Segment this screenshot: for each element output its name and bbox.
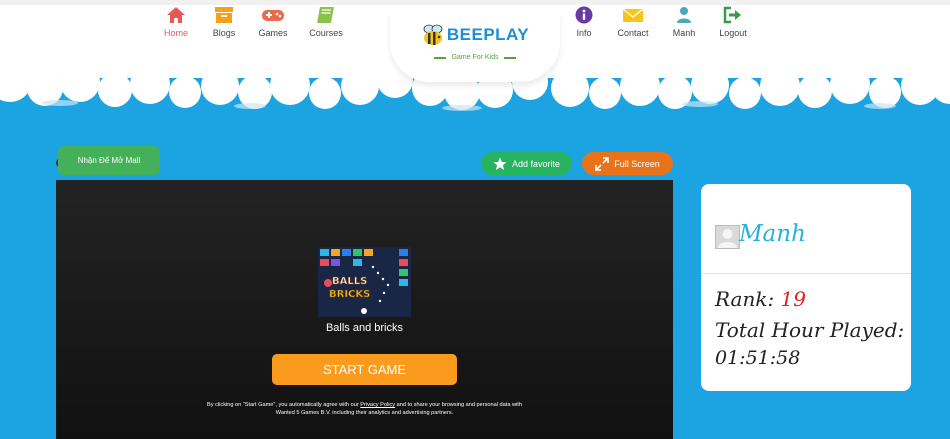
profile-card: Manh Rank: 19 Total Hour Played: 01:51:5… — [701, 184, 911, 391]
envelope-icon — [622, 8, 644, 22]
rank-label: Rank: — [715, 287, 775, 311]
rank-value: 19 — [780, 287, 806, 311]
add-favorite-label: Add favorite — [511, 158, 561, 169]
nav-item-courses[interactable]: Courses — [296, 6, 356, 38]
bee-icon — [423, 24, 443, 45]
user-icon — [677, 7, 691, 23]
nav-label: Logout — [719, 28, 747, 38]
thumbnail-title-line2: BRICKS — [329, 289, 370, 300]
thumbnail-art: BALLS BRICKS — [318, 247, 411, 317]
game-thumbnail[interactable]: BALLS BRICKS — [318, 247, 411, 317]
game-title: Balls and bricks — [325, 322, 404, 334]
gamepad-icon — [262, 10, 284, 21]
profile-username[interactable]: Manh — [739, 221, 806, 247]
avatar[interactable] — [715, 225, 740, 249]
avatar-placeholder-icon — [718, 229, 737, 248]
hours-label: Total Hour Played: — [715, 318, 905, 342]
privacy-policy-link[interactable]: Privacy Policy — [360, 402, 395, 408]
brand-tagline: Game For Kids — [451, 54, 499, 61]
nav-item-logout[interactable]: Logout — [703, 6, 763, 38]
nav-item-games[interactable]: Games — [243, 6, 303, 38]
fullscreen-label: Full Screen — [614, 158, 660, 169]
hours-value: 01:51:58 — [715, 347, 801, 369]
reward-button-label: Nhận Để Mở Mall — [77, 156, 141, 165]
nav-label: Courses — [309, 28, 343, 38]
star-icon — [493, 157, 507, 170]
archive-icon — [215, 7, 233, 23]
consent-text-start: By clicking on "Start Game", you automat… — [207, 402, 361, 408]
reward-button[interactable]: Nhận Để Mở Mall — [58, 146, 160, 175]
sign-out-icon — [723, 6, 741, 24]
site-logo[interactable]: BEEPLAY Game For Kids — [420, 24, 530, 61]
game-frame[interactable]: BALLS BRICKS Balls and bricks START GAME… — [56, 180, 673, 439]
book-icon — [317, 7, 334, 23]
info-icon — [575, 6, 593, 24]
expand-icon — [595, 156, 610, 171]
card-divider — [701, 273, 911, 274]
start-game-button[interactable]: START GAME — [272, 354, 457, 385]
nav-label: Games — [258, 28, 288, 38]
rank-stat: Rank: 19 — [715, 287, 806, 311]
brand-name: BEEPLAY — [446, 25, 530, 44]
thumbnail-title-line1: BALLS — [332, 276, 367, 287]
fullscreen-button[interactable]: Full Screen — [582, 152, 673, 175]
add-favorite-button[interactable]: Add favorite — [481, 152, 572, 175]
home-icon — [167, 7, 185, 23]
consent-text: By clicking on "Start Game", you automat… — [206, 402, 523, 417]
